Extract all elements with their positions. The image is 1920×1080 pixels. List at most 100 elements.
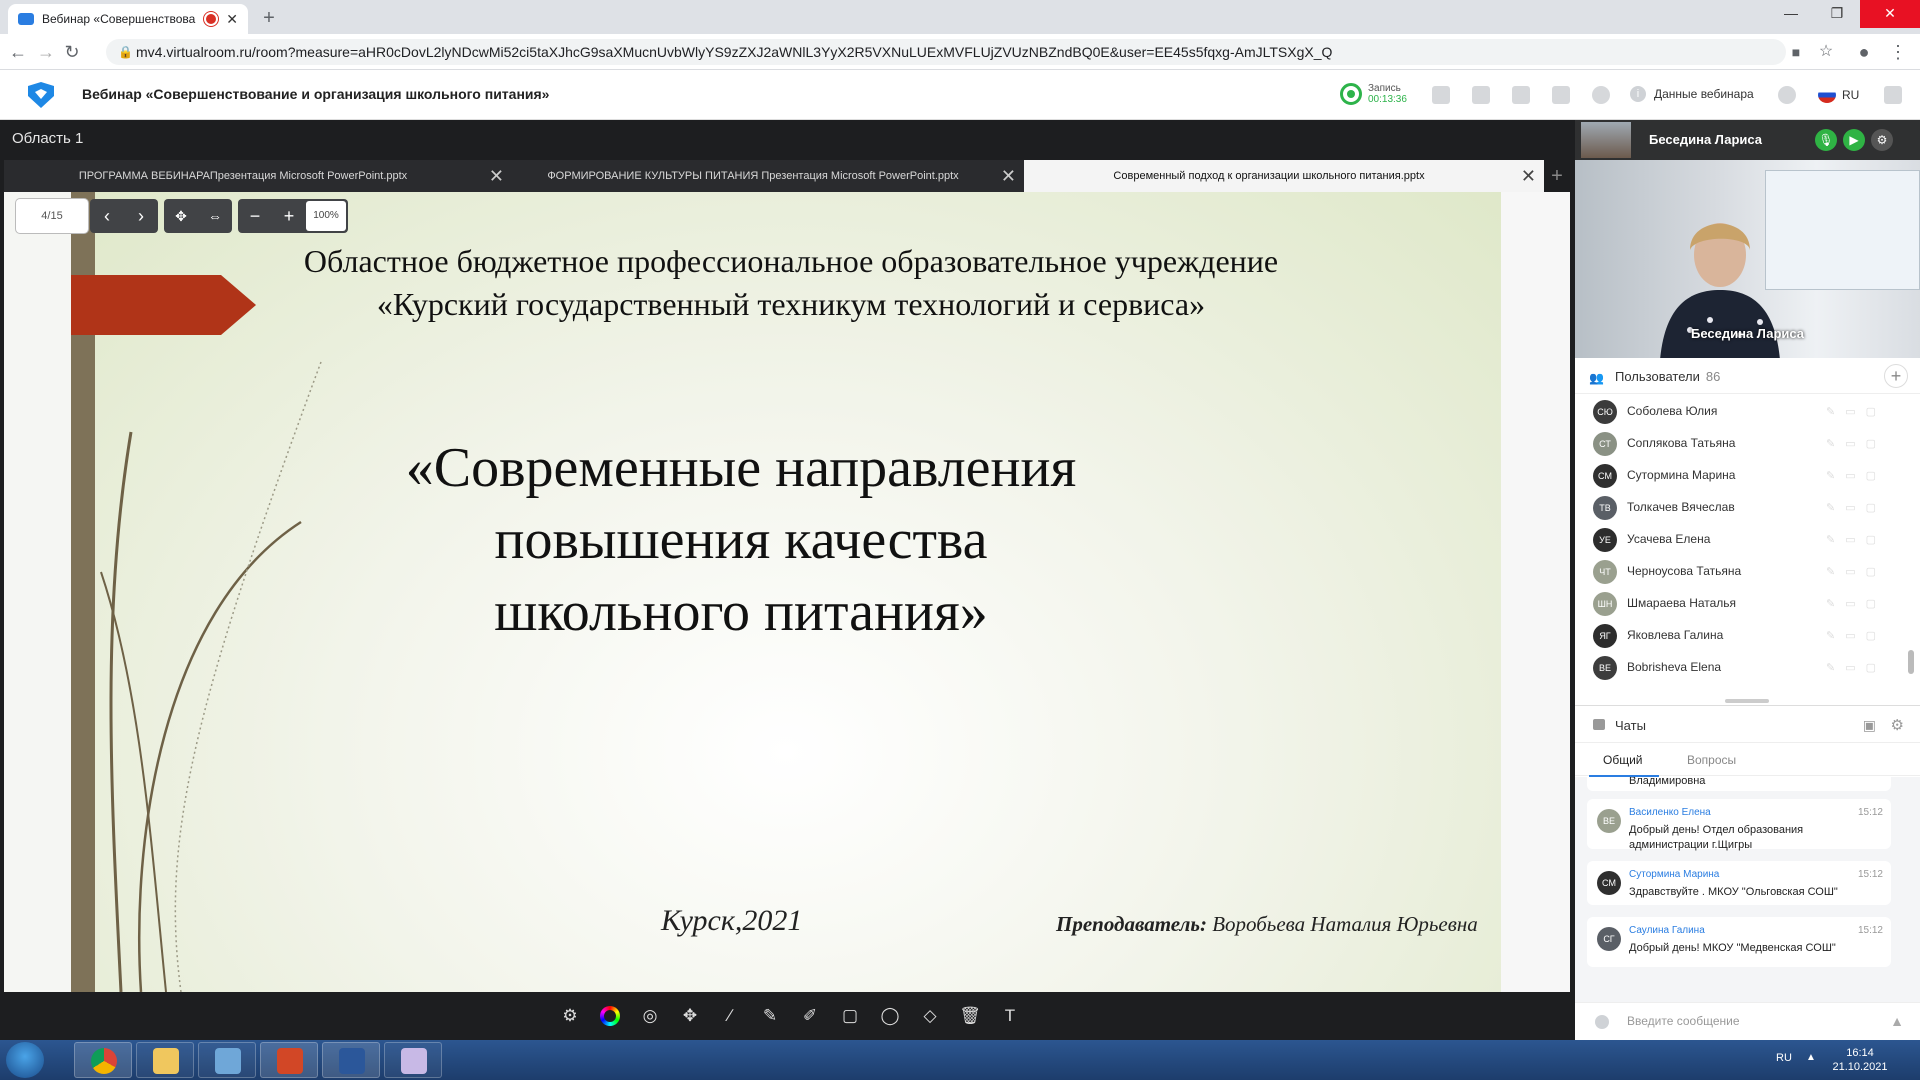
shape-icon[interactable]: ◯ bbox=[870, 1004, 910, 1028]
pencil-icon[interactable]: ✎ bbox=[750, 1004, 790, 1028]
chat-settings-icon[interactable]: ⚙ bbox=[1891, 716, 1904, 734]
browser-menu-icon[interactable]: ⋮ bbox=[1888, 42, 1908, 62]
message-author[interactable]: Саулина Галина bbox=[1629, 925, 1705, 936]
message-author[interactable]: Сутормина Марина bbox=[1629, 869, 1719, 880]
add-document-button[interactable]: + bbox=[1544, 160, 1570, 192]
user-row[interactable]: СЮ Соболева Юлия ✎▭▢ bbox=[1575, 395, 1920, 427]
gear-icon[interactable] bbox=[1778, 86, 1796, 104]
russian-flag-icon[interactable] bbox=[1818, 87, 1836, 103]
video-settings-icon[interactable]: ⚙ bbox=[1871, 129, 1893, 151]
url-input[interactable]: 🔒 mv4.virtualroom.ru/room?measure=aHR0cD… bbox=[106, 39, 1786, 65]
forward-button[interactable]: → bbox=[36, 42, 56, 62]
users-icon: 👥 bbox=[1589, 371, 1604, 385]
user-avatar: ЧТ bbox=[1593, 560, 1617, 584]
language-label[interactable]: RU bbox=[1842, 88, 1859, 102]
reload-button[interactable]: ↻ bbox=[62, 42, 82, 62]
text-tool-icon[interactable]: T bbox=[990, 1004, 1030, 1028]
powerpoint-taskbar-button[interactable] bbox=[260, 1042, 318, 1078]
microphone-icon[interactable]: 🎙 bbox=[1815, 129, 1837, 151]
panel-resize-handle[interactable] bbox=[1725, 699, 1769, 703]
explorer-taskbar-button[interactable] bbox=[136, 1042, 194, 1078]
user-row[interactable]: ТВ Толкачев Вячеслав ✎▭▢ bbox=[1575, 491, 1920, 523]
browser-tab[interactable]: Вебинар «Совершенствова ✕ bbox=[8, 4, 248, 34]
computer-taskbar-button[interactable] bbox=[198, 1042, 256, 1078]
chat-message-input[interactable]: Введите сообщение bbox=[1627, 1014, 1740, 1028]
add-user-button[interactable]: + bbox=[1884, 364, 1908, 388]
user-permission-icons: ✎▭▢ bbox=[1825, 566, 1886, 578]
document-icon[interactable] bbox=[1512, 86, 1530, 104]
zoom-out-button[interactable]: − bbox=[238, 199, 272, 233]
doc-tab-program[interactable]: ПРОГРАММА ВЕБИНАРАПрезентация Microsoft … bbox=[4, 160, 512, 192]
emoji-icon[interactable] bbox=[1595, 1015, 1609, 1029]
drawing-toolbar: ⚙ ◎ ✥ ∕ ✎ ✐ ▢ ◯ ◇ 🗑 T bbox=[0, 992, 1575, 1040]
close-icon[interactable]: ✕ bbox=[489, 160, 504, 192]
brush-icon[interactable]: ∕ bbox=[710, 1004, 750, 1028]
bookmark-star-icon[interactable]: ☆ bbox=[1816, 42, 1836, 62]
close-icon[interactable]: ✕ bbox=[1001, 160, 1016, 192]
area-title: Область 1 bbox=[12, 130, 84, 147]
screen-share-icon[interactable] bbox=[1472, 86, 1490, 104]
pointer-icon[interactable]: ◎ bbox=[630, 1004, 670, 1028]
user-row[interactable]: ЯГ Яковлева Галина ✎▭▢ bbox=[1575, 619, 1920, 651]
close-window-button[interactable]: ✕ bbox=[1860, 0, 1920, 28]
user-row[interactable]: СТ Соплякова Татьяна ✎▭▢ bbox=[1575, 427, 1920, 459]
close-icon[interactable]: ✕ bbox=[1521, 160, 1536, 192]
tab-close-icon[interactable]: ✕ bbox=[226, 11, 238, 28]
next-slide-button[interactable]: › bbox=[124, 199, 158, 233]
tray-language[interactable]: RU bbox=[1776, 1052, 1792, 1064]
layout-icon[interactable] bbox=[1432, 86, 1450, 104]
record-time: 00:13:36 bbox=[1368, 94, 1407, 105]
user-row[interactable]: ЧТ Черноусова Татьяна ✎▭▢ bbox=[1575, 555, 1920, 587]
marker-icon[interactable]: ✐ bbox=[790, 1004, 830, 1028]
frame-icon[interactable]: ▢ bbox=[830, 1004, 870, 1028]
message-author[interactable]: Василенко Елена bbox=[1629, 807, 1711, 818]
page-indicator[interactable]: 4/15 bbox=[16, 199, 88, 233]
doc-tab-label: ФОРМИРОВАНИЕ КУЛЬТУРЫ ПИТАНИЯ Презентаци… bbox=[547, 170, 959, 182]
tab-questions[interactable]: Вопросы bbox=[1687, 753, 1736, 767]
tray-clock[interactable]: 16:14 21.10.2021 bbox=[1830, 1046, 1890, 1074]
user-row[interactable]: BE Bobrisheva Elena ✎▭▢ bbox=[1575, 651, 1920, 681]
trash-icon[interactable]: 🗑 bbox=[950, 1004, 990, 1028]
fit-page-icon[interactable]: ✥ bbox=[164, 199, 198, 233]
fit-width-icon[interactable]: ⇔ bbox=[198, 199, 232, 233]
user-settings-icon[interactable] bbox=[1592, 86, 1610, 104]
color-picker-icon[interactable] bbox=[590, 1004, 630, 1028]
user-row[interactable]: ШН Шмараева Наталья ✎▭▢ bbox=[1575, 587, 1920, 619]
chrome-taskbar-button[interactable] bbox=[74, 1042, 132, 1078]
zoom-in-button[interactable]: + bbox=[272, 199, 306, 233]
word-taskbar-button[interactable] bbox=[322, 1042, 380, 1078]
chat-export-icon[interactable]: ▣ bbox=[1863, 717, 1876, 734]
user-row[interactable]: СМ Сутормина Марина ✎▭▢ bbox=[1575, 459, 1920, 491]
zoom-level[interactable]: 100% bbox=[306, 201, 346, 231]
send-icon[interactable]: ▲ bbox=[1890, 1013, 1904, 1029]
user-permission-icons: ✎▭▢ bbox=[1825, 598, 1886, 610]
maximize-button[interactable]: ❐ bbox=[1814, 0, 1860, 28]
user-avatar: ТВ bbox=[1593, 496, 1617, 520]
slide-viewport: Областное бюджетное профессиональное обр… bbox=[4, 192, 1570, 992]
back-button[interactable]: ← bbox=[8, 42, 28, 62]
draw-settings-icon[interactable]: ⚙ bbox=[550, 1004, 590, 1028]
new-tab-button[interactable]: + bbox=[256, 6, 282, 32]
paint-taskbar-button[interactable] bbox=[384, 1042, 442, 1078]
folder-icon[interactable] bbox=[1552, 86, 1570, 104]
profile-avatar-icon[interactable]: ● bbox=[1854, 42, 1874, 62]
prev-slide-button[interactable]: ‹ bbox=[90, 199, 124, 233]
camera-icon[interactable]: ■ bbox=[1786, 42, 1806, 62]
move-icon[interactable]: ✥ bbox=[670, 1004, 710, 1028]
slide-city-year: Курск,2021 bbox=[661, 904, 803, 937]
doc-tab-culture[interactable]: ФОРМИРОВАНИЕ КУЛЬТУРЫ ПИТАНИЯ Презентаци… bbox=[512, 160, 1024, 192]
user-permission-icons: ✎▭▢ bbox=[1825, 662, 1886, 674]
tray-expand-icon[interactable]: ▲ bbox=[1806, 1052, 1816, 1063]
user-row[interactable]: УЕ Усачева Елена ✎▭▢ bbox=[1575, 523, 1920, 555]
slide-organization: Областное бюджетное профессиональное обр… bbox=[303, 243, 1279, 322]
video-camera-icon[interactable]: ▶ bbox=[1843, 129, 1865, 151]
doc-tab-modern-approach[interactable]: Современный подход к организации школьно… bbox=[1024, 160, 1544, 192]
users-scrollbar[interactable] bbox=[1908, 650, 1914, 674]
webinar-data-button[interactable]: i Данные вебинара bbox=[1630, 86, 1754, 102]
exit-icon[interactable] bbox=[1884, 86, 1902, 104]
tab-general[interactable]: Общий bbox=[1589, 753, 1659, 777]
eraser-icon[interactable]: ◇ bbox=[910, 1004, 950, 1028]
recording-status[interactable]: Запись 00:13:36 bbox=[1340, 83, 1407, 105]
start-button[interactable] bbox=[6, 1042, 44, 1078]
minimize-button[interactable]: — bbox=[1768, 0, 1814, 28]
